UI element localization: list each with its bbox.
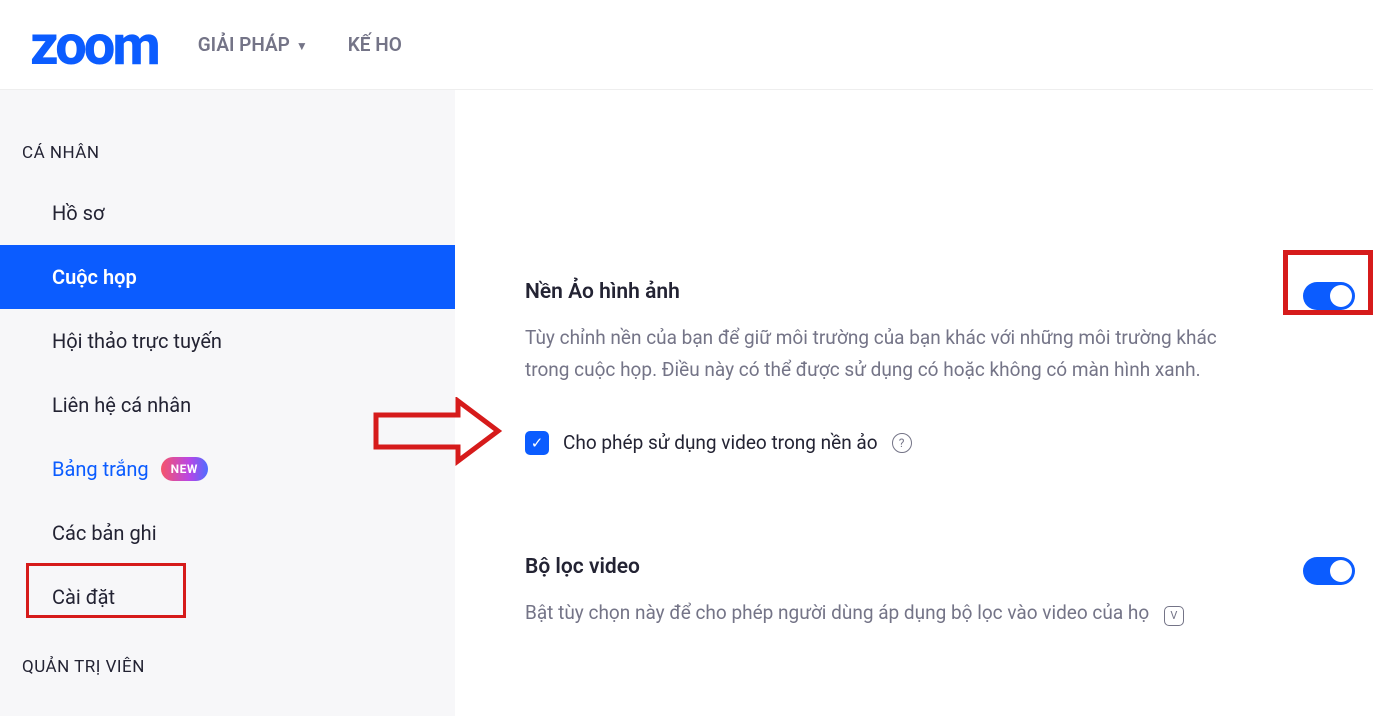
video-filter-toggle[interactable]	[1303, 557, 1355, 585]
nav-solutions-label: GIẢI PHÁP	[198, 33, 290, 56]
setting-title: Bộ lọc video	[525, 555, 1263, 579]
sidebar-item-label: Bảng trắng	[52, 457, 149, 481]
setting-video-filter: Bộ lọc video Bật tùy chọn này để cho phé…	[525, 555, 1355, 629]
setting-desc: Bật tùy chọn này để cho phép người dùng …	[525, 597, 1245, 629]
checkbox-label: Cho phép sử dụng video trong nền ảo	[563, 431, 878, 454]
sidebar-item-webinars[interactable]: Hội thảo trực tuyến	[0, 309, 455, 373]
sidebar-item-label: Các bản ghi	[52, 521, 157, 545]
sidebar-item-label: Liên hệ cá nhân	[52, 393, 191, 417]
setting-title: Nền Ảo hình ảnh	[525, 280, 1263, 304]
sidebar-item-meetings[interactable]: Cuộc họp	[0, 245, 455, 309]
header: zoom GIẢI PHÁP ▼ KẾ HO	[0, 0, 1373, 90]
chevron-down-icon: ▼	[296, 39, 308, 53]
main-content: Nền Ảo hình ảnh Tùy chỉnh nền của bạn để…	[455, 90, 1373, 716]
allow-video-bg-checkbox[interactable]: ✓	[525, 431, 549, 455]
sidebar: CÁ NHÂN Hồ sơ Cuộc họp Hội thảo trực tuy…	[0, 90, 455, 716]
nav-solutions[interactable]: GIẢI PHÁP ▼	[198, 33, 308, 56]
sidebar-item-label: Hội thảo trực tuyến	[52, 329, 222, 353]
setting-virtual-background: Nền Ảo hình ảnh Tùy chỉnh nền của bạn để…	[525, 280, 1355, 455]
sidebar-item-contacts[interactable]: Liên hệ cá nhân	[0, 373, 455, 437]
sidebar-item-label: Cài đặt	[52, 585, 115, 609]
sidebar-item-label: Hồ sơ	[52, 201, 104, 225]
sidebar-item-recordings[interactable]: Các bản ghi	[0, 501, 455, 565]
zoom-logo: zoom	[30, 17, 158, 73]
help-icon[interactable]: ?	[892, 433, 912, 453]
sidebar-item-profile[interactable]: Hồ sơ	[0, 181, 455, 245]
sidebar-heading-admin: QUẢN TRỊ VIÊN	[0, 629, 455, 695]
sidebar-item-settings[interactable]: Cài đặt	[0, 565, 455, 629]
virtual-bg-toggle[interactable]	[1303, 282, 1355, 310]
allow-video-bg-row: ✓ Cho phép sử dụng video trong nền ảo ?	[525, 431, 1355, 455]
sidebar-heading-personal: CÁ NHÂN	[0, 125, 455, 181]
check-icon: ✓	[531, 434, 544, 452]
sidebar-item-label: Cuộc họp	[52, 265, 137, 289]
new-badge: NEW	[161, 457, 208, 481]
nav-plans[interactable]: KẾ HO	[348, 33, 402, 56]
sidebar-item-whiteboards[interactable]: Bảng trắng NEW	[0, 437, 455, 501]
modified-reset-icon[interactable]: V	[1164, 606, 1184, 626]
nav-plans-label: KẾ HO	[348, 33, 402, 56]
setting-desc: Tùy chỉnh nền của bạn để giữ môi trường …	[525, 322, 1255, 387]
